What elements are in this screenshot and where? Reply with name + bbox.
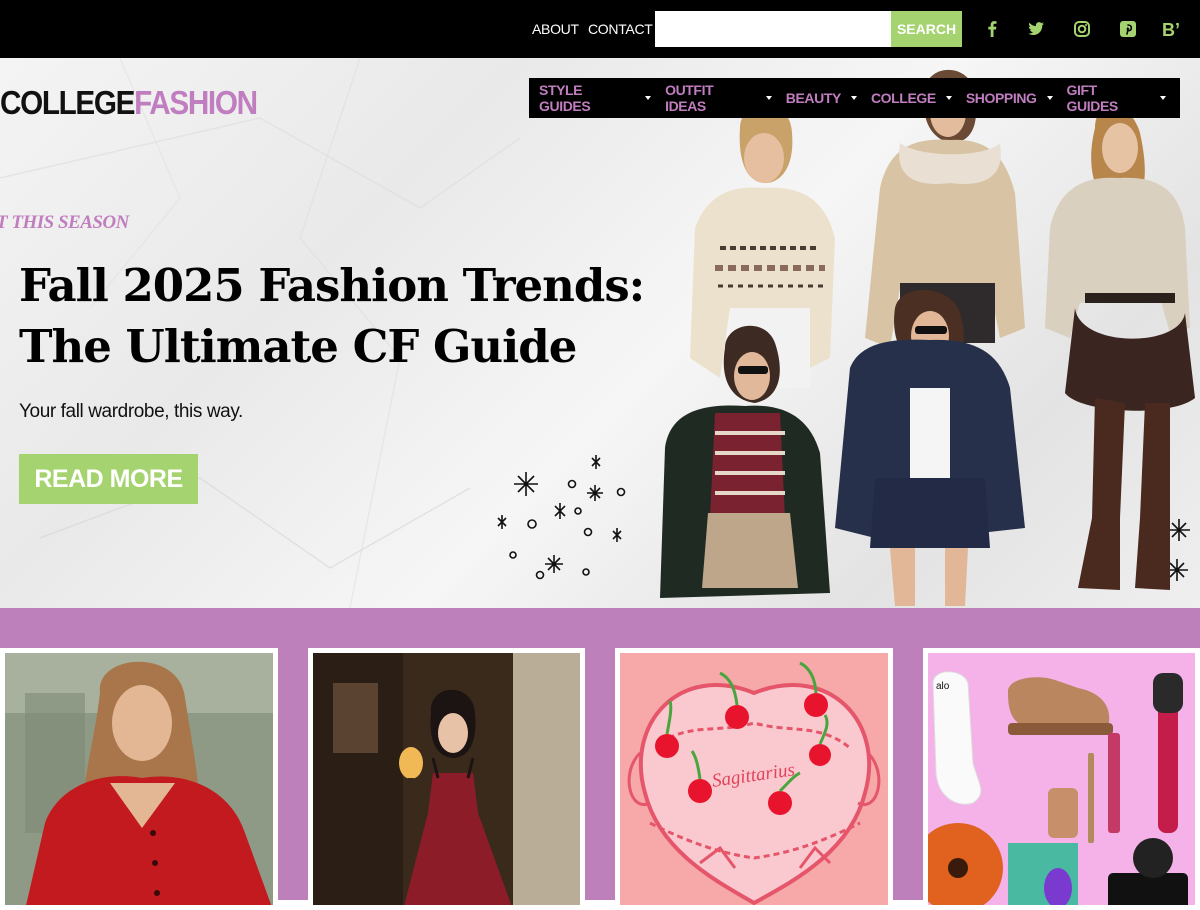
hero-banner: COLLEGEFASHION STYLE GUIDES OUTFIT IDEAS… (0, 58, 1200, 608)
bloglovin-icon[interactable]: B’ (1158, 14, 1188, 44)
featured-card-1[interactable] (0, 648, 278, 910)
svg-text:B’: B’ (1162, 20, 1180, 40)
top-bar: ABOUT CONTACT SEARCH B’ (0, 0, 1200, 58)
site-logo[interactable]: COLLEGEFASHION (0, 84, 258, 122)
featured-card-3[interactable]: Sagittarius (615, 648, 893, 910)
nav-item-label: GIFT GUIDES (1066, 82, 1119, 114)
nav-item-gift-guides[interactable]: GIFT GUIDES (1067, 82, 1166, 114)
search-button[interactable]: SEARCH (891, 11, 962, 47)
nav-item-beauty[interactable]: BEAUTY (786, 90, 857, 106)
read-more-button[interactable]: READ MORE (19, 454, 198, 504)
nav-item-style-guides[interactable]: STYLE GUIDES (539, 82, 652, 114)
nav-item-label: OUTFIT IDEAS (665, 82, 714, 114)
card-image-red-dress (313, 653, 580, 905)
caret-down-icon (765, 96, 772, 100)
hero-headline[interactable]: Fall 2025 Fashion Trends: The Ultimate C… (19, 255, 719, 377)
hero-headline-line2: The Ultimate CF Guide (19, 320, 577, 373)
featured-card-4[interactable]: alo (923, 648, 1200, 910)
nav-item-label: BEAUTY (785, 90, 842, 106)
search-input[interactable] (655, 11, 892, 47)
nav-item-college[interactable]: COLLEGE (871, 90, 952, 106)
instagram-icon[interactable] (1067, 14, 1097, 44)
logo-part-college: COLLEGE (0, 84, 135, 121)
caret-down-icon (850, 96, 857, 100)
nav-item-outfit-ideas[interactable]: OUTFIT IDEAS (665, 82, 772, 114)
pinterest-icon[interactable] (1113, 14, 1143, 44)
card-image-red-sweater (5, 653, 273, 905)
facebook-icon[interactable] (977, 14, 1007, 44)
nav-item-shopping[interactable]: SHOPPING (966, 90, 1053, 106)
main-nav: STYLE GUIDES OUTFIT IDEAS BEAUTY COLLEGE… (529, 78, 1180, 118)
nav-item-label: COLLEGE (870, 90, 936, 106)
caret-down-icon (645, 96, 652, 100)
contact-link[interactable]: CONTACT (588, 21, 653, 37)
hero-headline-line1: Fall 2025 Fashion Trends: (19, 259, 645, 312)
caret-down-icon (1160, 96, 1166, 100)
model-front-center (835, 289, 1025, 606)
nav-item-label: STYLE GUIDES (539, 82, 591, 114)
caret-down-icon (945, 96, 952, 100)
card-image-gift-products: alo (928, 653, 1195, 905)
card-image-sagittarius-cake: Sagittarius (620, 653, 888, 905)
twitter-icon[interactable] (1021, 14, 1051, 44)
nav-item-label: SHOPPING (965, 90, 1037, 106)
logo-part-fashion: FASHION (134, 84, 258, 121)
model-right (1045, 106, 1195, 590)
caret-down-icon (1046, 96, 1053, 100)
hero-subhead: Your fall wardrobe, this way. (19, 401, 243, 422)
svg-text:alo: alo (936, 681, 950, 692)
featured-card-2[interactable] (308, 648, 585, 910)
hero-eyebrow: T THIS SEASON (0, 212, 129, 233)
about-link[interactable]: ABOUT (532, 21, 579, 37)
